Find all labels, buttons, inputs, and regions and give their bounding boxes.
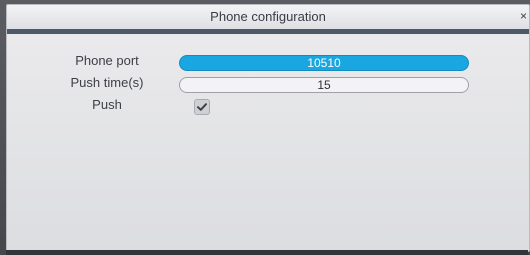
dialog-content: Phone port 10510 Push time(s) 15 Push: [7, 34, 529, 251]
close-icon[interactable]: ×: [520, 9, 527, 23]
push-time-label: Push time(s): [70, 75, 144, 90]
phone-configuration-dialog: Phone configuration × Phone port 10510 P…: [6, 4, 530, 252]
screen: Phone configuration × Phone port 10510 P…: [0, 0, 530, 255]
checkmark-icon: [197, 103, 207, 111]
phone-port-input[interactable]: 10510: [179, 55, 469, 71]
push-time-input[interactable]: 15: [179, 77, 469, 93]
push-checkbox[interactable]: [194, 99, 210, 115]
phone-port-label: Phone port: [75, 53, 139, 68]
bottom-band: [6, 250, 528, 255]
dialog-title: Phone configuration: [210, 9, 326, 24]
push-label: Push: [92, 97, 122, 112]
dialog-titlebar: Phone configuration ×: [7, 5, 529, 29]
